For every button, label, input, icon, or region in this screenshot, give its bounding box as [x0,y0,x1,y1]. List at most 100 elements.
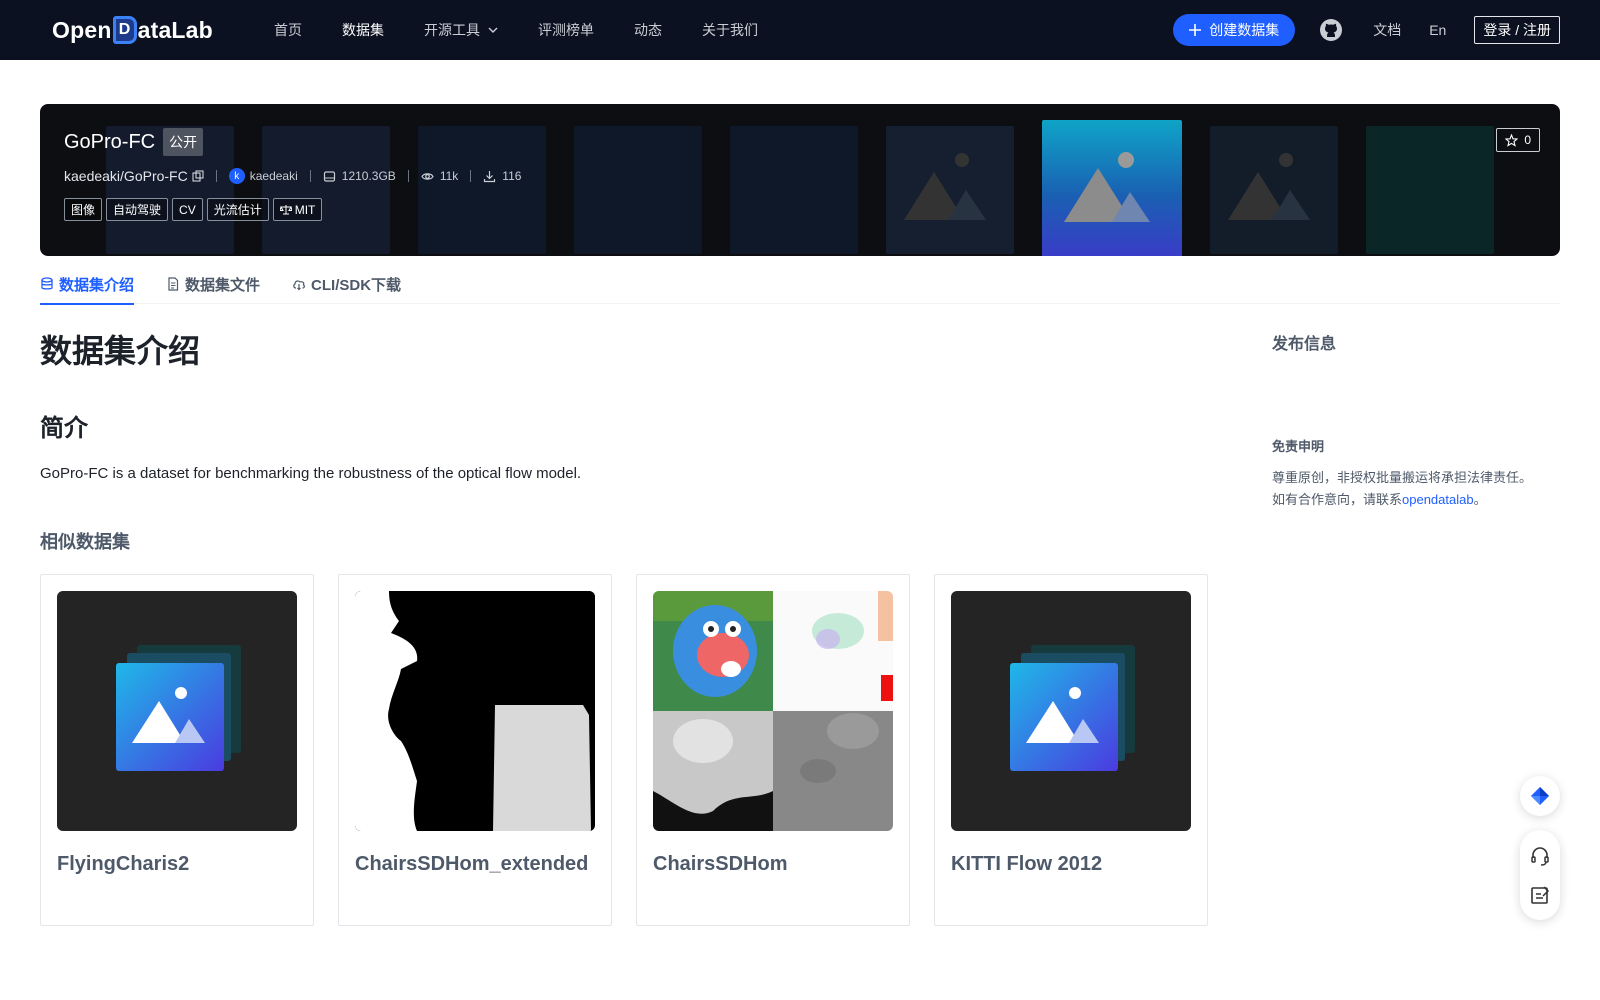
visibility-badge: 公开 [163,128,204,156]
divider [215,170,217,182]
tab-label: 数据集文件 [185,276,261,294]
nav-item-home[interactable]: 首页 [274,20,302,40]
nav-item-open-tools[interactable]: 开源工具 [424,20,498,40]
assistant-float-button[interactable] [1520,776,1560,816]
nav-label: 开源工具 [424,22,480,38]
diamond-logo-icon [1531,787,1549,805]
nav-label: 数据集 [342,22,384,38]
dataset-tabs: 数据集介绍 数据集文件 CLI/SDK下载 [40,264,1560,305]
nav-item-datasets[interactable]: 数据集 [342,20,384,40]
top-navbar: Open D ataLab 首页 数据集 开源工具 评测榜单 动态 关于我们 创… [0,0,1600,60]
logo-d-mark: D [112,16,137,44]
login-register-button[interactable]: 登录 / 注册 [1474,16,1560,44]
headset-icon[interactable] [1529,845,1551,867]
tag[interactable]: 光流估计 [206,198,269,221]
disclaimer-contact-text: 如有合作意向，请联系 [1272,492,1403,507]
star-button[interactable]: 0 [1496,128,1540,152]
downloads-value: 116 [502,169,522,183]
tag[interactable]: 自动驾驶 [106,198,169,221]
similar-dataset-card[interactable]: ChairsSDHom_extended [338,574,612,926]
nav-right: 创建数据集 文档 En 登录 / 注册 [1173,0,1560,60]
views-value: 11k [439,169,459,183]
feedback-edit-icon[interactable] [1529,884,1551,906]
placeholder-image-icon [116,645,241,771]
dataset-banner: GoPro-FC 公开 kaedeaki/GoPro-FC k kaedeaki… [40,104,1560,256]
tab-label: 数据集介绍 [59,276,135,294]
dataset-tags: 图像 自动驾驶 CV 光流估计 MIT [64,198,521,221]
copy-icon[interactable] [192,170,204,182]
download-icon [484,170,496,182]
dataset-card-title: ChairsSDHom_extended [355,853,589,875]
tab-intro[interactable]: 数据集介绍 [40,264,135,305]
similar-dataset-card[interactable]: ChairsSDHom [636,574,910,926]
disclaimer-line: 尊重原创，非授权批量搬运将承担法律责任。 [1272,470,1533,485]
dataset-cover [951,591,1191,831]
divider [407,170,409,182]
view-count: 11k [421,169,458,183]
nav-item-about[interactable]: 关于我们 [702,20,758,40]
license-tag[interactable]: MIT [272,198,323,221]
nav-label: 首页 [274,22,302,38]
owner[interactable]: k kaedeaki [228,168,298,184]
image-placeholder-icon [904,153,986,220]
disclaimer-text: 尊重原创，非授权批量搬运将承担法律责任。 如有合作意向，请联系opendatal… [1272,467,1562,511]
dataset-title-row: GoPro-FC 公开 [64,128,521,156]
repo-path: kaedeaki/GoPro-FC [64,168,204,184]
dataset-meta: kaedeaki/GoPro-FC k kaedeaki 1210.3GB 11… [64,168,521,184]
disk-icon [323,170,335,182]
language-switch[interactable]: En [1429,22,1446,38]
owner-name: kaedeaki [249,169,298,183]
avatar: k [228,168,245,184]
nav-label: 动态 [634,22,662,38]
github-icon[interactable] [1319,18,1343,42]
banner-thumbnail [1210,126,1338,254]
publish-info-title: 发布信息 [1272,336,1337,353]
banner-thumbnail [574,126,702,254]
banner-thumbnail-featured [1042,120,1182,256]
page-title: 数据集介绍 [40,333,201,369]
dataset-card-title: FlyingCharis2 [57,853,190,875]
create-dataset-label: 创建数据集 [1209,22,1280,38]
sidebar: 发布信息 免责申明 尊重原创，非授权批量搬运将承担法律责任。 如有合作意向，请联… [1272,330,1562,511]
similar-dataset-card[interactable]: FlyingCharis2 [40,574,314,926]
similar-datasets-list: FlyingCharis2 ChairsSDHom_extended Chair… [40,574,1210,926]
image-placeholder-icon [1064,152,1150,222]
plus-icon [1189,24,1202,36]
dataset-card-title: ChairsSDHom [653,853,788,875]
dataset-description: GoPro-FC is a dataset for benchmarking t… [40,465,582,482]
create-dataset-button[interactable]: 创建数据集 [1173,14,1296,46]
similar-dataset-card[interactable]: KITTI Flow 2012 [934,574,1208,926]
disclaimer-title: 免责申明 [1272,439,1325,454]
banner-thumbnail [730,126,858,254]
tab-cli-sdk[interactable]: CLI/SDK下载 [292,264,401,304]
dataset-info: GoPro-FC 公开 kaedeaki/GoPro-FC k kaedeaki… [64,128,521,221]
nav-item-news[interactable]: 动态 [634,20,662,40]
tab-files[interactable]: 数据集文件 [166,264,260,304]
tag[interactable]: 图像 [64,198,103,221]
dataset-name: GoPro-FC [64,130,156,153]
logo-text-open: Open [52,16,112,43]
main-nav: 首页 数据集 开源工具 评测榜单 动态 关于我们 [274,0,798,60]
nav-item-leaderboard[interactable]: 评测榜单 [538,20,594,40]
placeholder-image-icon [1010,645,1135,771]
eye-icon [421,172,434,180]
divider [309,170,311,182]
disclaimer-line: 如有合作意向，请联系opendatalab。 [1272,489,1562,511]
banner-thumbnail [1366,126,1494,254]
nav-label: 关于我们 [702,22,758,38]
license-label: MIT [294,202,316,217]
opendatalab-contact-link[interactable]: opendatalab [1402,492,1474,507]
dataset-size: 1210.3GB [323,169,396,183]
repo-path-text: kaedeaki/GoPro-FC [64,168,188,184]
dataset-cover [355,591,595,831]
banner-thumbnail [886,126,1014,254]
nav-label: 评测榜单 [538,22,594,38]
image-placeholder-icon [1228,153,1310,220]
dataset-card-title: KITTI Flow 2012 [951,853,1103,875]
tag[interactable]: CV [172,198,203,221]
tab-label: CLI/SDK下载 [311,276,402,294]
dataset-cover [653,591,893,831]
opendatalab-logo[interactable]: Open D ataLab [52,14,213,46]
dataset-cover [57,591,297,831]
docs-link[interactable]: 文档 [1373,20,1401,40]
